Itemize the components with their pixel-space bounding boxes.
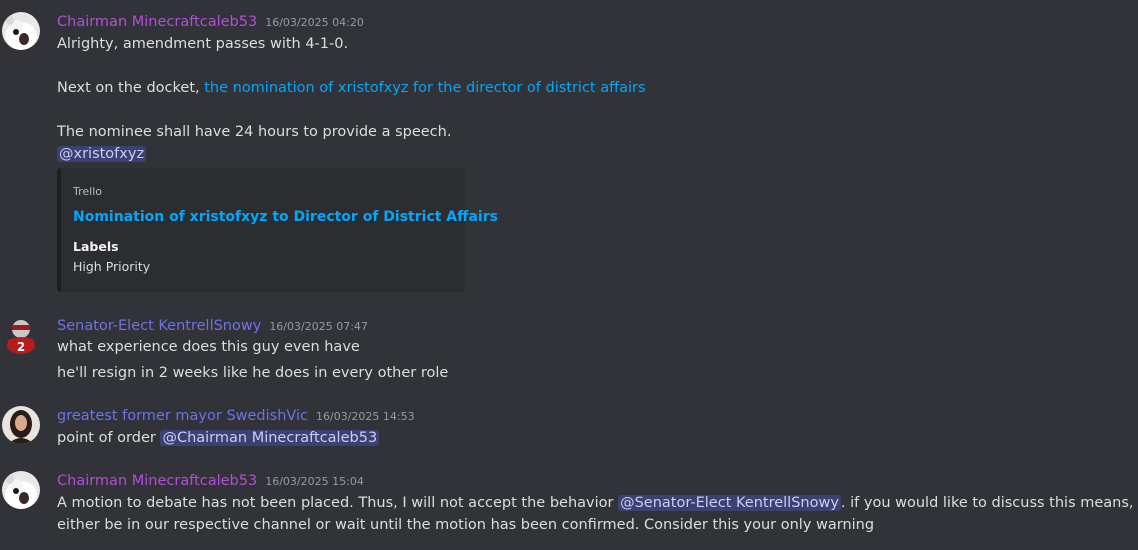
message-text: @xristofxyz	[57, 146, 147, 162]
message-text: either be in our respective channel or w…	[57, 517, 875, 533]
author-name[interactable]: Senator-Elect KentrellSnowy	[57, 318, 261, 334]
avatar[interactable]: 2	[2, 316, 40, 354]
message-link[interactable]: the nomination of xristofxyz for the dir…	[204, 80, 645, 96]
trello-embed: Trello Nomination of xristofxyz to Direc…	[57, 168, 498, 292]
avatar[interactable]	[2, 12, 40, 50]
user-mention[interactable]: @Chairman Minecraftcaleb53	[160, 430, 380, 446]
author-name[interactable]: Chairman Minecraftcaleb53	[57, 473, 257, 489]
timestamp[interactable]: 16/03/2025 15:04	[265, 475, 364, 488]
message-text: Alrighty, amendment passes with 4-1-0.	[57, 36, 349, 52]
embed-provider: Trello	[73, 185, 102, 198]
message-text: The nominee shall have 24 hours to provi…	[57, 124, 452, 140]
author-name[interactable]: Chairman Minecraftcaleb53	[57, 14, 257, 30]
message-text-suffix: . if you would like to discuss this mean…	[840, 495, 1138, 511]
message-text: what experience does this guy even have	[57, 339, 360, 355]
message-text: Next on the docket, the nomination of xr…	[57, 80, 646, 96]
message-text-prefix: A motion to debate has not been placed. …	[57, 495, 619, 511]
timestamp[interactable]: 16/03/2025 14:53	[316, 410, 415, 423]
message-text: he'll resign in 2 weeks like he does in …	[57, 365, 449, 381]
embed-title-link[interactable]: Nomination of xristofxyz to Director of …	[73, 209, 498, 225]
timestamp[interactable]: 16/03/2025 07:47	[269, 320, 368, 333]
embed-field-name: Labels	[73, 239, 119, 254]
user-mention[interactable]: @Senator-Elect KentrellSnowy	[618, 495, 841, 511]
message-text-prefix: Next on the docket,	[57, 80, 205, 96]
message-text: A motion to debate has not been placed. …	[57, 495, 1138, 511]
embed-field-value: High Priority	[73, 259, 151, 274]
avatar[interactable]	[2, 406, 40, 444]
message-text: point of order @Chairman Minecraftcaleb5…	[57, 430, 380, 446]
message-text-prefix: point of order	[57, 430, 161, 446]
user-mention[interactable]: @xristofxyz	[57, 146, 147, 162]
svg-text:2: 2	[17, 340, 25, 354]
timestamp[interactable]: 16/03/2025 04:20	[265, 16, 364, 29]
author-name[interactable]: greatest former mayor SwedishVic	[57, 408, 308, 424]
avatar[interactable]	[2, 471, 40, 509]
